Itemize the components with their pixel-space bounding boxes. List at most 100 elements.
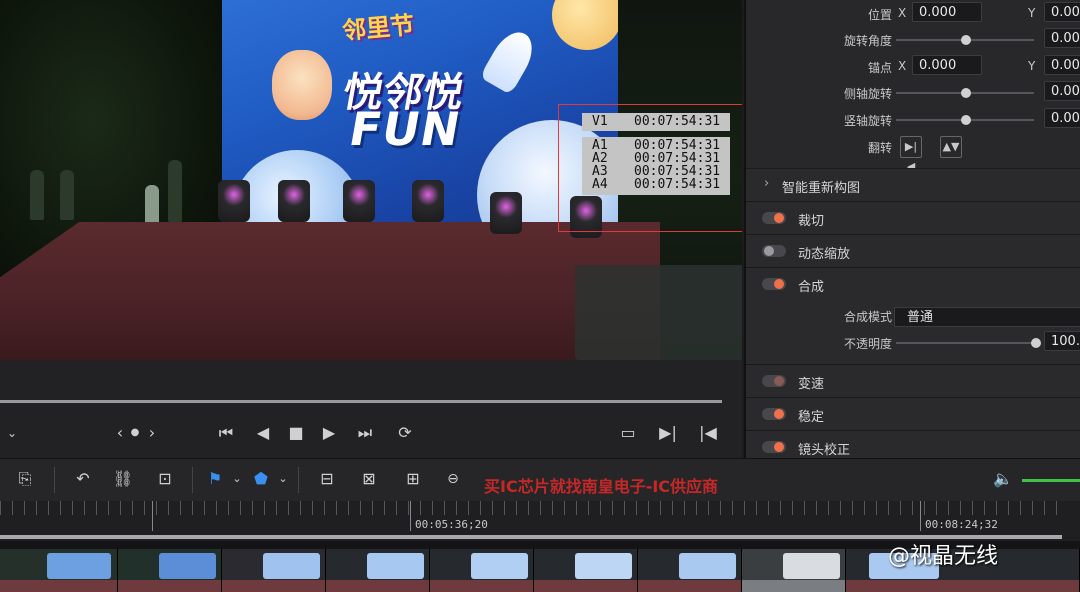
crop-toggle[interactable] xyxy=(762,212,786,224)
volume-slider[interactable] xyxy=(1022,479,1080,482)
yaw-row: 竖轴旋转 0.00 xyxy=(746,107,1080,133)
volume-icon[interactable]: 🔈 xyxy=(990,469,1016,489)
link-icon[interactable]: ⛓ xyxy=(110,469,136,489)
section-dynamic-zoom[interactable]: 动态缩放 xyxy=(746,234,1080,267)
slider-knob[interactable] xyxy=(961,88,971,98)
clip-thumbnail[interactable] xyxy=(742,549,846,592)
dynamic-zoom-toggle[interactable] xyxy=(762,245,786,257)
watermark-text: 买IC芯片就找南皇电子-IC供应商 xyxy=(484,477,719,496)
scrubber-bar[interactable] xyxy=(0,400,722,403)
timeline-toolbar: ⎘ ↶ ⛓ ⊡ ⚑ ⌄ ⬟ ⌄ ⊟ ⊠ ⊞ ⊖ 买IC芯片就找南皇电子-IC供应… xyxy=(0,458,1080,502)
rotation-slider[interactable] xyxy=(896,35,1034,45)
section-crop[interactable]: 裁切 xyxy=(746,201,1080,234)
opacity-input[interactable]: 100.0 xyxy=(1044,331,1080,351)
snapping-icon[interactable]: ⎘ xyxy=(12,469,38,489)
ruler-label: 00:08:24;32 xyxy=(925,518,998,531)
thumb-screen xyxy=(46,553,112,579)
pitch-input[interactable]: 0.00 xyxy=(1044,81,1080,101)
first-frame-icon[interactable]: ⏮ xyxy=(214,423,238,443)
thumb-floor xyxy=(742,580,845,592)
timeline-ruler[interactable]: 00:05:36;20 00:08:24;32 xyxy=(0,501,1080,541)
clip-thumbnail[interactable] xyxy=(326,549,430,592)
slider-knob[interactable] xyxy=(961,115,971,125)
thumb-floor xyxy=(326,580,429,592)
speed-change-toggle[interactable] xyxy=(762,375,786,387)
last-frame-icon[interactable]: ⏭ xyxy=(353,423,377,443)
chevron-down-icon[interactable]: ⌄ xyxy=(224,469,250,489)
thumb-floor xyxy=(846,580,1079,592)
pitch-slider[interactable] xyxy=(896,88,1034,98)
lens-correction-toggle[interactable] xyxy=(762,441,786,453)
play-icon[interactable]: ▶ xyxy=(317,423,341,443)
step-back-icon[interactable]: ◀ xyxy=(251,423,275,443)
flip-vertical-icon[interactable]: ▲▼ xyxy=(940,136,962,158)
toggle-dot xyxy=(764,246,774,256)
clip-thumbnail[interactable] xyxy=(638,549,742,592)
fullscreen-icon[interactable]: ▭ xyxy=(616,423,640,443)
flip-horizontal-icon[interactable]: ▶|◀ xyxy=(900,136,922,173)
slider-knob[interactable] xyxy=(1031,338,1041,348)
next-clip-icon[interactable]: |◀ xyxy=(696,423,720,443)
anchor-x-input[interactable]: 0.000 xyxy=(912,55,982,75)
timecode-audio: A1 00:07:54:31 A2 00:07:54:31 A3 00:07:5… xyxy=(582,137,730,195)
section-smart-reframe[interactable]: › 智能重新构图 xyxy=(746,168,1080,201)
anchor-y-axis: Y xyxy=(1028,59,1036,73)
section-speed-change[interactable]: 变速 xyxy=(746,364,1080,397)
composite-mode-label: 合成模式 xyxy=(843,310,892,324)
clip-thumbnail[interactable] xyxy=(430,549,534,592)
composite-toggle[interactable] xyxy=(762,278,786,290)
clip-thumbnail[interactable] xyxy=(0,549,118,592)
yaw-slider[interactable] xyxy=(896,115,1034,125)
position-row: 位置 X 0.000 Y 0.00 xyxy=(746,1,1080,27)
chevron-down-icon[interactable]: ⌄ xyxy=(0,423,24,443)
anchor-y-input[interactable]: 0.00 xyxy=(1044,55,1080,75)
zoom-full-icon[interactable]: ⊟ xyxy=(314,469,340,489)
position-x-input[interactable]: 0.000 xyxy=(912,2,982,22)
stabilize-toggle[interactable] xyxy=(762,408,786,420)
zoom-custom-icon[interactable]: ⊞ xyxy=(400,469,426,489)
section-lens-correction[interactable]: 镜头校正 xyxy=(746,430,1080,460)
rotation-input[interactable]: 0.00 xyxy=(1044,28,1080,48)
position-y-input[interactable]: 0.00 xyxy=(1044,2,1080,22)
jog-right-icon[interactable]: › xyxy=(140,423,164,443)
opacity-row: 不透明度 100.0 xyxy=(746,330,1080,356)
thumb-screen xyxy=(783,553,840,579)
magnet-icon[interactable]: ↶ xyxy=(70,469,96,489)
clip-thumbnail[interactable] xyxy=(534,549,638,592)
zoom-out-icon[interactable]: ⊖ xyxy=(440,469,466,489)
section-stabilize[interactable]: 稳定 xyxy=(746,397,1080,430)
thumb-floor xyxy=(118,580,221,592)
chevron-right-icon[interactable]: › xyxy=(764,176,769,191)
yaw-input[interactable]: 0.00 xyxy=(1044,108,1080,128)
section-title: 裁切 xyxy=(798,214,825,229)
speaker-cabinet xyxy=(575,265,742,360)
clip-thumbnail[interactable] xyxy=(222,549,326,592)
lock-icon[interactable]: ⊡ xyxy=(152,469,178,489)
section-composite[interactable]: 合成 合成模式 普通 不透明度 100.0 xyxy=(746,267,1080,364)
stage-floor xyxy=(0,222,660,360)
yaw-label: 竖轴旋转 xyxy=(843,114,892,128)
chevron-down-icon[interactable]: ⌄ xyxy=(270,469,296,489)
clip-thumbnail[interactable] xyxy=(118,549,222,592)
opacity-label: 不透明度 xyxy=(843,337,892,351)
video-viewer[interactable]: 邻里节 悦邻悦 FUN V1 00:07:54:31 A1 00:07:54:3… xyxy=(0,0,742,360)
position-y-axis: Y xyxy=(1028,6,1036,20)
loop-icon[interactable]: ⟳ xyxy=(393,423,417,443)
stop-icon[interactable]: ■ xyxy=(284,423,308,443)
zoom-detail-icon[interactable]: ⊠ xyxy=(356,469,382,489)
prev-clip-icon[interactable]: ▶| xyxy=(656,423,680,443)
timecode-video: V1 00:07:54:31 xyxy=(582,113,730,131)
rotation-label: 旋转角度 xyxy=(843,34,892,48)
opacity-slider[interactable] xyxy=(896,338,1041,348)
stage-light xyxy=(278,180,310,222)
stage-light xyxy=(412,180,444,222)
timecode-value: 00:07:54:31 xyxy=(634,114,721,129)
audience-figure xyxy=(168,160,182,222)
toggle-dot xyxy=(774,442,784,452)
slider-knob[interactable] xyxy=(961,35,971,45)
stage-light xyxy=(490,192,522,234)
thumb-floor xyxy=(0,580,117,592)
toggle-dot xyxy=(774,213,784,223)
thumb-floor xyxy=(222,580,325,592)
composite-mode-select[interactable]: 普通 xyxy=(894,307,1080,327)
